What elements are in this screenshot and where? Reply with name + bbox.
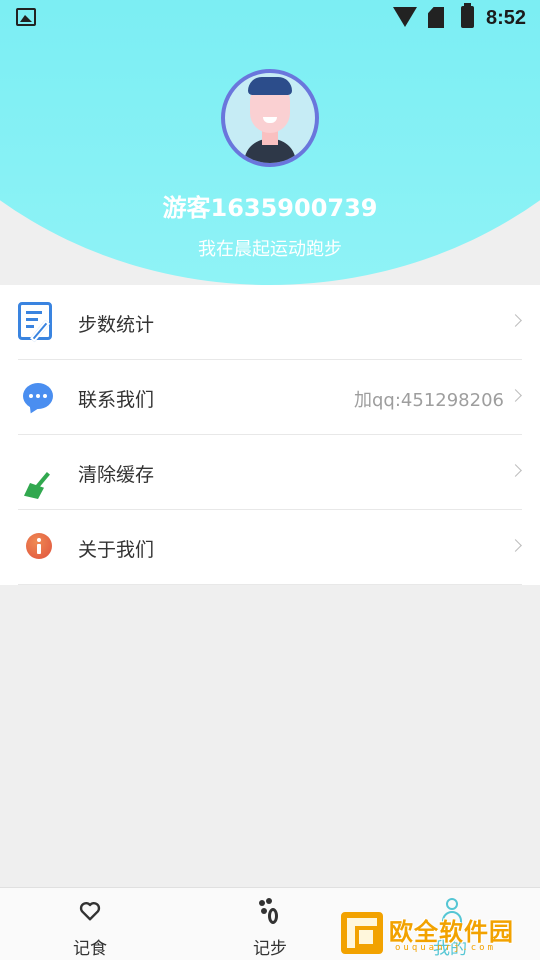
avatar[interactable] — [221, 69, 319, 167]
menu-item-contact-us[interactable]: 联系我们 加qq:451298206 — [18, 360, 522, 435]
status-bar: 8:52 — [0, 0, 540, 36]
chevron-right-icon — [509, 389, 522, 402]
footprint-icon — [259, 898, 283, 924]
info-icon — [26, 533, 52, 559]
menu-item-label: 关于我们 — [78, 539, 155, 561]
chat-bubble-icon — [23, 383, 53, 409]
avatar-hair — [248, 77, 292, 95]
step-stats-icon — [18, 302, 52, 343]
battery-charging-icon — [461, 3, 474, 28]
username: 游客1635900739 — [162, 194, 378, 222]
settings-menu: 步数统计 联系我们 加qq:451298206 清除缓存 关于我们 — [0, 285, 540, 585]
status-time: 8:52 — [486, 7, 527, 29]
wifi-icon — [393, 7, 417, 27]
watermark-url: ouquanrj.com — [395, 943, 497, 953]
chevron-right-icon — [509, 314, 522, 327]
profile-header: 8:52 游客1635900739 我在晨起运动跑步 — [0, 0, 540, 290]
tab-step-log[interactable]: 记步 — [180, 888, 360, 960]
menu-item-label: 清除缓存 — [78, 464, 155, 486]
menu-item-label: 步数统计 — [78, 314, 155, 336]
broom-icon — [18, 453, 58, 499]
no-sim-icon — [428, 7, 444, 28]
menu-item-clear-cache[interactable]: 清除缓存 — [18, 435, 522, 510]
chevron-right-icon — [509, 464, 522, 477]
tab-label: 记食 — [73, 939, 107, 959]
watermark-text: 欧全软件园 — [389, 918, 514, 946]
tab-food-log[interactable]: 记食 — [0, 888, 180, 960]
tab-label: 记步 — [253, 939, 287, 959]
profile-slogan: 我在晨起运动跑步 — [198, 239, 342, 260]
menu-item-label: 联系我们 — [78, 389, 155, 411]
heart-icon — [79, 902, 101, 921]
contact-qq-value: 加qq:451298206 — [354, 390, 504, 411]
watermark: 欧全软件园 ouquanrj.com — [341, 912, 533, 956]
watermark-logo-icon — [341, 912, 383, 954]
menu-item-step-stats[interactable]: 步数统计 — [18, 285, 522, 360]
chevron-right-icon — [509, 539, 522, 552]
gallery-notification-icon — [16, 8, 36, 26]
menu-item-about-us[interactable]: 关于我们 — [18, 510, 522, 585]
